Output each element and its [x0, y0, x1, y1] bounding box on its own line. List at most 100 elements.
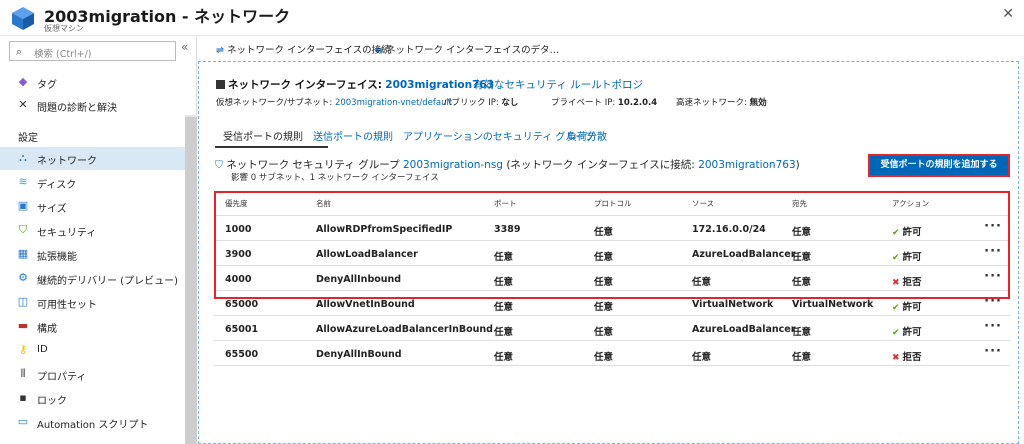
vnet-link[interactable]: 2003migration-vnet/default [335, 98, 452, 108]
accelerated-networking-info: 高速ネットワーク: 無効 [676, 98, 767, 108]
sidebar-scrollbar[interactable] [185, 115, 197, 444]
section-settings: 設定 [18, 133, 38, 144]
cell-source: AzureLoadBalancer [692, 249, 796, 260]
table-row[interactable]: 65001 AllowAzureLoadBalancerInBound 任意 任意 Az… [214, 316, 1010, 341]
cell-name: AllowAzureLoadBalancerInBound [316, 324, 493, 335]
cell-destination: 任意 [792, 277, 812, 288]
header-protocol[interactable]: プロトコル [594, 198, 632, 209]
table-row[interactable]: 1000 AllowRDPfromSpecifiedIP 3389 任意 172.16.… [214, 216, 1010, 241]
sidebar-item-delivery[interactable]: ⚙ 継続的デリバリー (プレビュー) [0, 267, 185, 290]
nsg-interface-link[interactable]: 2003migration763 [698, 159, 795, 171]
header-name[interactable]: 名前 [316, 198, 331, 209]
collapse-sidebar-button[interactable]: « [181, 40, 188, 54]
scrollbar-thumb[interactable] [185, 117, 197, 444]
script-icon: ▭ [17, 415, 29, 428]
sidebar-item-automation[interactable]: ▭ Automation スクリプト [0, 411, 185, 434]
cell-name: DenyAllInbound [316, 274, 402, 285]
sidebar-item-config[interactable]: ▬ 構成 [0, 315, 185, 338]
cell-priority: 65500 [225, 349, 259, 360]
main-content: ⇌ ネットワーク インターフェイスの接続 ⇋ ネットワーク インターフェイスのデタ…… [198, 37, 1024, 444]
cell-name: AllowRDPfromSpecifiedIP [316, 224, 453, 235]
tab-inbound[interactable]: 受信ポートの規則 [223, 128, 303, 143]
sidebar-item-extensions[interactable]: ▦ 拡張機能 [0, 243, 185, 266]
sidebar-item-security[interactable]: ⛉ セキュリティ [0, 219, 185, 242]
cell-name: AllowVnetInBound [316, 299, 415, 310]
sidebar-item-tags[interactable]: ◆ タグ [0, 71, 185, 94]
row-more-icon[interactable]: ··· [984, 244, 1002, 259]
interface-icon [216, 80, 225, 89]
cell-action: ✖ 拒否 [892, 352, 922, 363]
row-more-icon[interactable]: ··· [984, 219, 1002, 234]
allow-check-icon: ✔ [892, 303, 900, 313]
cell-protocol: 任意 [594, 327, 614, 338]
network-panel: ネットワーク インターフェイス: 2003migration763 有効なセキュ… [198, 61, 1019, 444]
tab-asg[interactable]: アプリケーションのセキュリティ グループ [403, 128, 595, 143]
cell-protocol: 任意 [594, 252, 614, 263]
header-priority[interactable]: 優先度 [225, 198, 248, 209]
table-row[interactable]: 4000 DenyAllInbound 任意 任意 任意 任意 ✖ 拒否 ··· [214, 266, 1010, 291]
header-action[interactable]: アクション [892, 198, 929, 209]
cell-source: 任意 [692, 352, 712, 363]
nsg-link[interactable]: 2003migration-nsg [403, 159, 503, 171]
cell-source: 任意 [692, 277, 712, 288]
nsg-shield-icon: ⛉ [215, 159, 223, 171]
cell-protocol: 任意 [594, 302, 614, 313]
sidebar-item-availability[interactable]: ◫ 可用性セット [0, 291, 185, 314]
add-inbound-rule-button[interactable]: 受信ポートの規則を追加する [868, 154, 1010, 177]
wrench-icon: ✕ [18, 98, 28, 111]
sidebar-item-disk[interactable]: ≋ ディスク [0, 171, 185, 194]
cell-destination: 任意 [792, 327, 812, 338]
tab-load-balancing[interactable]: 負荷分散 [567, 128, 607, 143]
key-icon: ⚷ [18, 343, 28, 356]
sidebar-item-network[interactable]: ⛬ ネットワーク [0, 147, 185, 170]
cell-source: VirtualNetwork [692, 299, 774, 310]
table-row[interactable]: 65000 AllowVnetInBound 任意 任意 VirtualNetwork V… [214, 291, 1010, 316]
cell-priority: 65000 [225, 299, 259, 310]
lock-icon: ▪ [19, 391, 27, 404]
row-more-icon[interactable]: ··· [984, 319, 1002, 334]
sidebar-item-id[interactable]: ⚷ ID [0, 339, 185, 362]
properties-icon: ⫴ [20, 367, 26, 380]
cell-protocol: 任意 [594, 352, 614, 363]
cell-priority: 3900 [225, 249, 252, 260]
row-more-icon[interactable]: ··· [984, 344, 1002, 359]
table-row[interactable]: 65500 DenyAllInBound 任意 任意 任意 任意 ✖ 拒否 ··· [214, 341, 1010, 366]
close-icon[interactable]: ✕ [1002, 6, 1014, 22]
shield-icon: ⛉ [18, 223, 28, 236]
attach-icon: ⇌ [216, 45, 224, 56]
sidebar: ⌕ 検索 (Ctrl+/) « ◆ タグ ✕ 問題の診断と解決 設定 ⛬ ネット… [0, 37, 197, 444]
sidebar-item-diagnose[interactable]: ✕ 問題の診断と解決 [0, 94, 185, 117]
blade-header: 2003migration - ネットワーク 仮想マシン ✕ [0, 0, 1024, 36]
cell-priority: 4000 [225, 274, 252, 285]
deny-x-icon: ✖ [892, 353, 900, 363]
header-source[interactable]: ソース [692, 198, 714, 209]
tag-icon: ◆ [18, 75, 28, 88]
command-bar: ⇌ ネットワーク インターフェイスの接続 ⇋ ネットワーク インターフェイスのデタ… [198, 37, 1024, 59]
header-port[interactable]: ポート [494, 198, 517, 209]
sidebar-item-properties[interactable]: ⫴ プロパティ [0, 363, 185, 386]
cell-destination: 任意 [792, 227, 812, 238]
cell-protocol: 任意 [594, 277, 614, 288]
topology-link[interactable]: トポロジ [601, 77, 643, 92]
sidebar-item-size[interactable]: ▣ サイズ [0, 195, 185, 218]
row-more-icon[interactable]: ··· [984, 269, 1002, 284]
cell-port: 任意 [494, 277, 514, 288]
allow-check-icon: ✔ [892, 253, 900, 263]
tab-outbound[interactable]: 送信ポートの規則 [313, 128, 393, 143]
row-more-icon[interactable]: ··· [984, 294, 1002, 309]
detach-interface-button[interactable]: ⇋ ネットワーク インターフェイスのデタ… [375, 42, 559, 56]
cell-action: ✔ 許可 [892, 302, 922, 313]
allow-check-icon: ✔ [892, 328, 900, 338]
deny-x-icon: ✖ [892, 278, 900, 288]
header-destination[interactable]: 宛先 [792, 198, 807, 209]
search-placeholder: 検索 (Ctrl+/) [34, 49, 92, 60]
table-row[interactable]: 3900 AllowLoadBalancer 任意 任意 AzureLoadBalanc… [214, 241, 1010, 266]
sidebar-item-lock[interactable]: ▪ ロック [0, 387, 185, 410]
attach-interface-button[interactable]: ⇌ ネットワーク インターフェイスの接続 [216, 42, 391, 56]
effective-rules-link[interactable]: 有効なセキュリティ ルール [473, 77, 602, 92]
search-input[interactable]: ⌕ 検索 (Ctrl+/) [9, 41, 176, 61]
page-subtitle: 仮想マシン [44, 24, 84, 33]
active-tab-underline [215, 146, 328, 148]
cell-destination: 任意 [792, 352, 812, 363]
private-ip-info: プライベート IP: 10.2.0.4 [551, 98, 658, 108]
